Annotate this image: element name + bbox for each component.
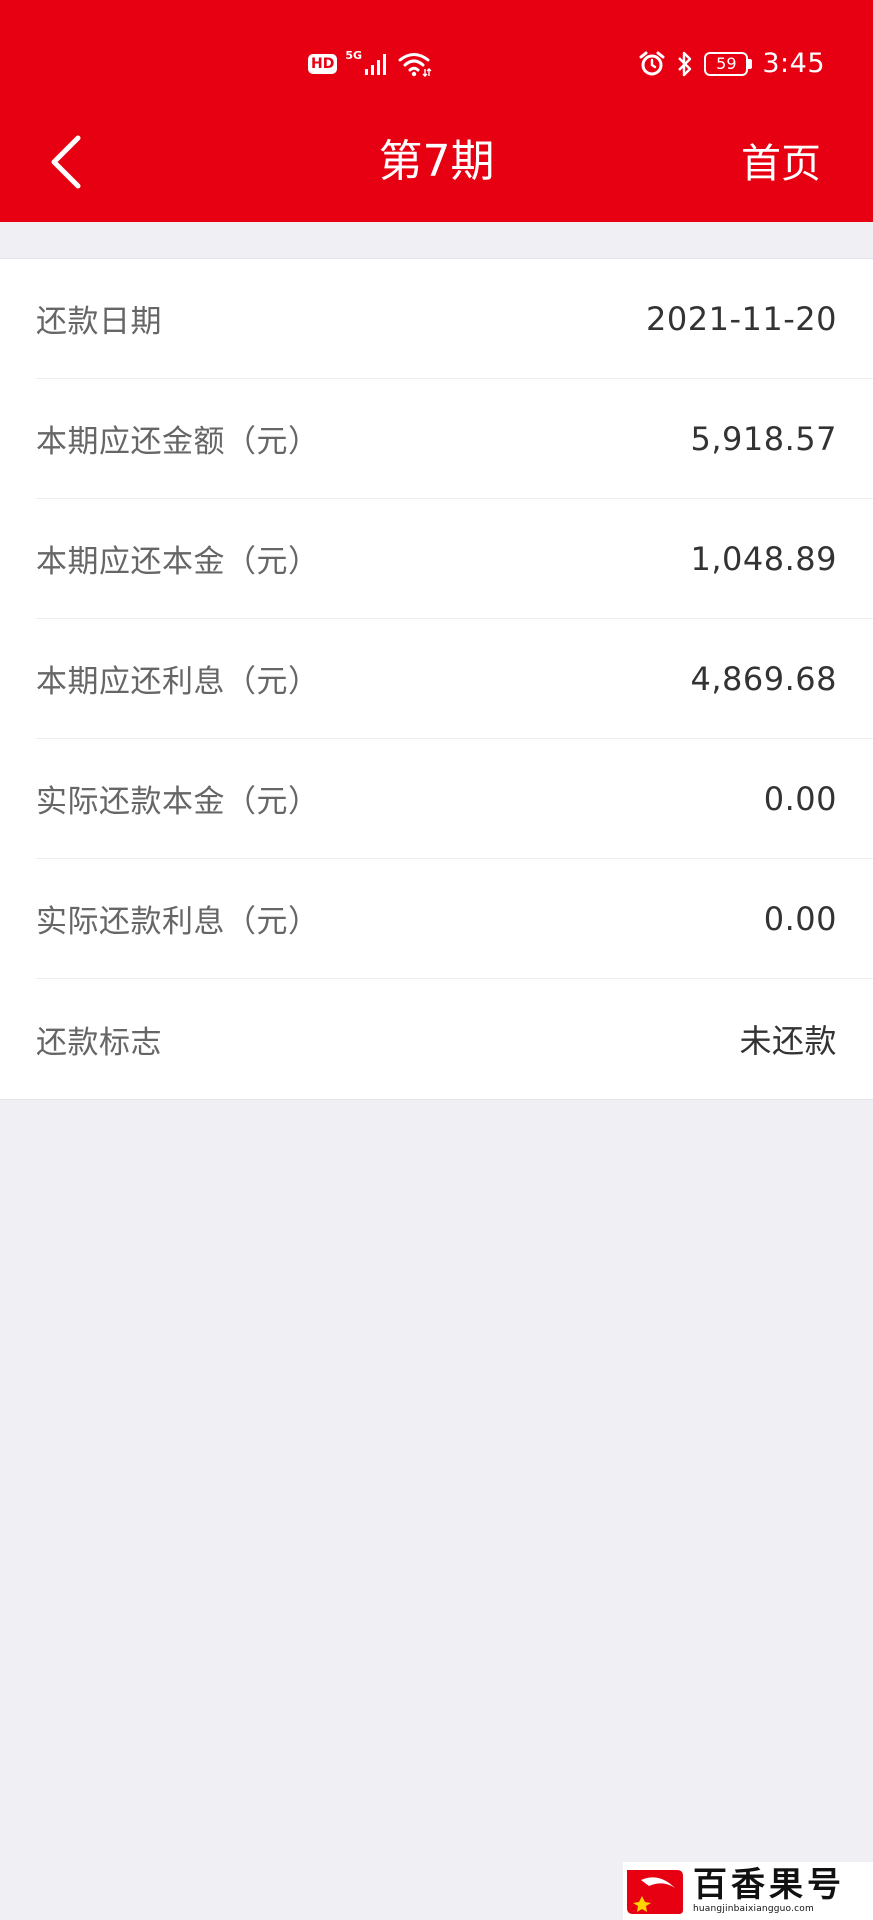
bluetooth-icon (676, 50, 694, 78)
watermark-logo-icon (625, 1866, 685, 1916)
detail-row-principal-due: 本期应还本金（元） 1,048.89 (36, 499, 873, 619)
row-label: 实际还款利息（元） (36, 904, 320, 940)
row-label: 还款标志 (36, 1024, 162, 1061)
watermark-url: huangjinbaixiangguo.com (693, 1904, 814, 1914)
row-value: 0.00 (763, 779, 837, 818)
detail-row-principal-paid: 实际还款本金（元） 0.00 (36, 739, 873, 859)
status-bar-right: 59 3:45 (638, 48, 825, 80)
detail-row-repayment-status: 还款标志 未还款 (36, 979, 873, 1099)
row-value: 0.00 (763, 899, 837, 938)
installment-detail-list: 还款日期 2021-11-20 本期应还金额（元） 5,918.57 本期应还本… (0, 258, 873, 1100)
network-type-label: 5G (345, 49, 363, 62)
row-value: 4,869.68 (690, 659, 837, 698)
row-value: 5,918.57 (690, 419, 837, 458)
row-value: 未还款 (739, 1022, 837, 1060)
battery-level: 59 (704, 52, 749, 76)
row-label: 还款日期 (36, 304, 162, 340)
row-value: 2021-11-20 (646, 299, 837, 338)
alarm-icon (638, 50, 666, 78)
watermark-name: 百香果号 (693, 1865, 845, 1905)
detail-row-interest-due: 本期应还利息（元） 4,869.68 (36, 619, 873, 739)
home-button[interactable]: 首页 (741, 136, 821, 192)
title-bar: 第7期 首页 (0, 112, 873, 212)
status-bar: HD 5G 59 3:45 (0, 40, 873, 88)
row-label: 本期应还利息（元） (36, 664, 320, 700)
battery-icon: 59 (704, 52, 753, 76)
watermark-text: 百香果号 huangjinbaixiangguo.com (693, 1868, 845, 1914)
hd-icon: HD (308, 54, 338, 74)
detail-row-amount-due: 本期应还金额（元） 5,918.57 (36, 379, 873, 499)
loan-installment-page: HD 5G 59 3:45 第7期 首页 还款日期 2021-11-20 本期应… (0, 0, 873, 1920)
row-value: 1,048.89 (690, 539, 837, 578)
detail-row-interest-paid: 实际还款利息（元） 0.00 (36, 859, 873, 979)
status-bar-left: HD 5G (308, 48, 432, 80)
watermark: 百香果号 huangjinbaixiangguo.com (623, 1862, 873, 1920)
row-label: 实际还款本金（元） (36, 784, 320, 820)
wifi-icon (398, 51, 432, 77)
status-time: 3:45 (762, 48, 825, 79)
signal-icon (364, 52, 390, 76)
app-header: HD 5G 59 3:45 第7期 首页 (0, 0, 873, 222)
battery-tip (748, 59, 753, 69)
row-label: 本期应还金额（元） (36, 424, 320, 460)
row-label: 本期应还本金（元） (36, 544, 320, 580)
detail-row-repayment-date: 还款日期 2021-11-20 (36, 259, 873, 379)
